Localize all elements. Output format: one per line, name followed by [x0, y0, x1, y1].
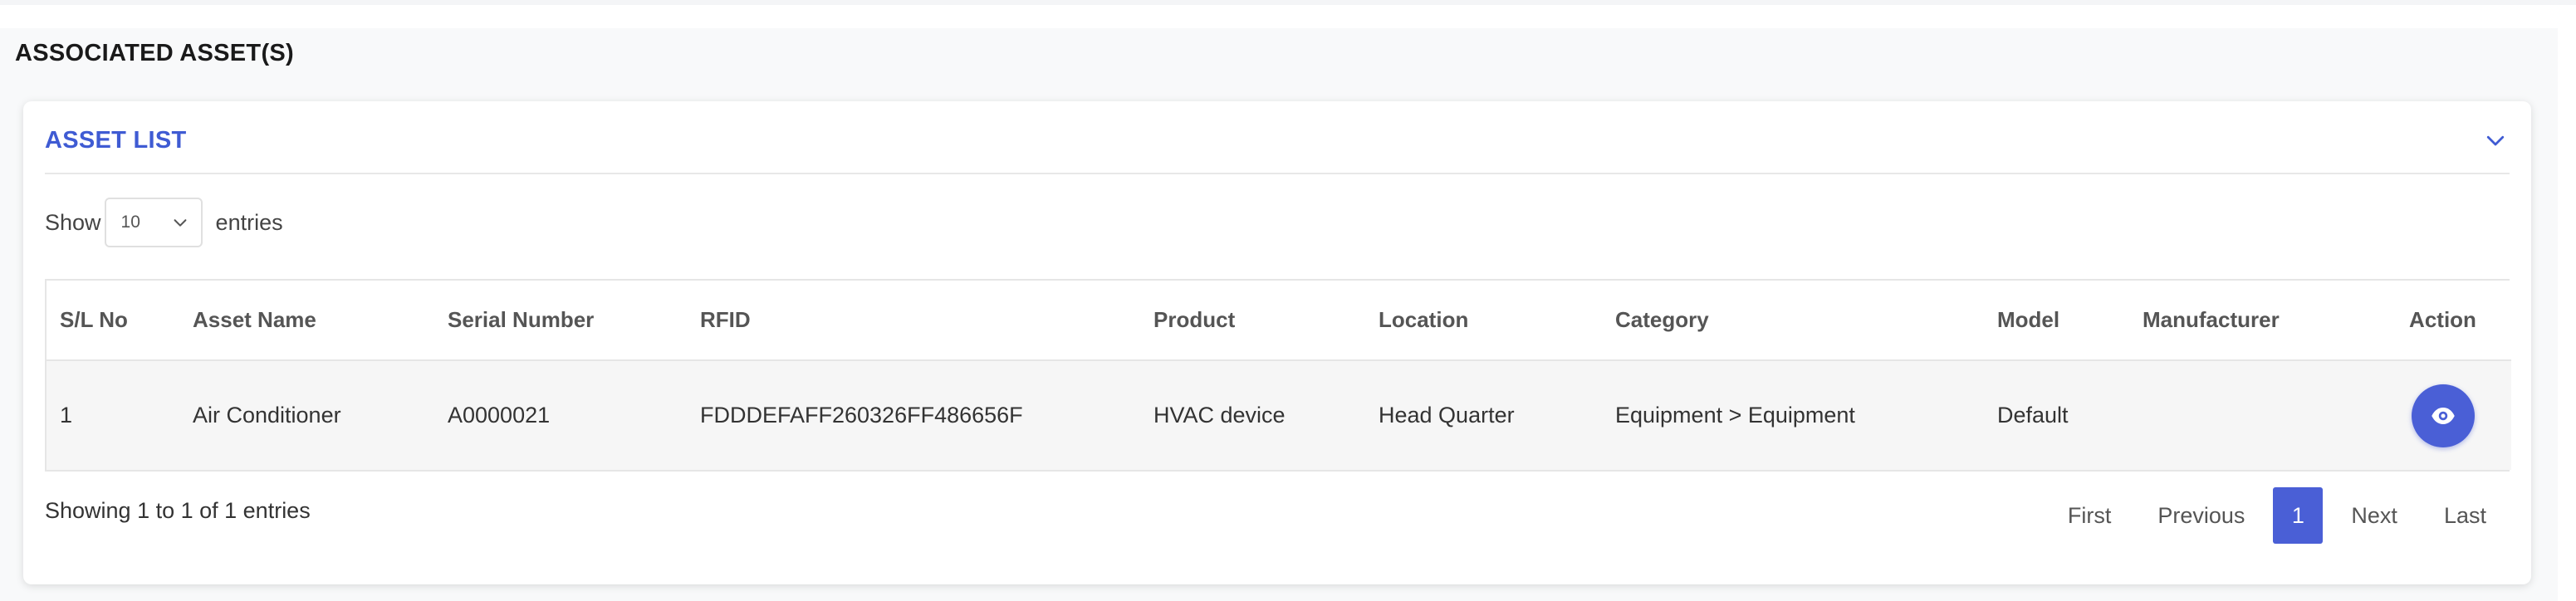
asset-list-card: ASSET LIST Show 10 entries S/L No Asset [23, 101, 2531, 584]
pagination-previous[interactable]: Previous [2134, 487, 2268, 544]
column-header-location[interactable]: Location [1365, 281, 1602, 361]
section-header: ASSOCIATED ASSET(S) [0, 28, 2558, 78]
column-header-model[interactable]: Model [1984, 281, 2129, 361]
cell-manufacturer [2129, 360, 2374, 470]
show-label: Show [45, 209, 101, 235]
cell-action [2374, 360, 2511, 470]
column-header-product[interactable]: Product [1140, 281, 1365, 361]
pagination-next[interactable]: Next [2328, 487, 2421, 544]
table-info: Showing 1 to 1 of 1 entries [45, 498, 311, 523]
view-button[interactable] [2411, 384, 2475, 447]
entries-select[interactable]: 10 [104, 198, 203, 247]
table-row: 1 Air Conditioner A0000021 FDDDEFAFF2603… [47, 360, 2511, 470]
pagination-first[interactable]: First [2045, 487, 2134, 544]
entries-select-value: 10 [120, 213, 140, 232]
pagination-last[interactable]: Last [2421, 487, 2510, 544]
cell-sl-no: 1 [60, 403, 73, 428]
cell-product: HVAC device [1153, 403, 1286, 428]
pagination: First Previous 1 Next Last [2045, 487, 2510, 544]
column-header-rfid[interactable]: RFID [687, 281, 1140, 361]
column-header-manufacturer[interactable]: Manufacturer [2129, 281, 2374, 361]
cell-location: Head Quarter [1379, 403, 1515, 428]
pagination-page-current[interactable]: 1 [2273, 487, 2324, 544]
asset-table: S/L No Asset Name Serial Number RFID Pro… [47, 281, 2511, 470]
entries-label: entries [215, 209, 283, 235]
chevron-down-icon [174, 219, 186, 227]
card-title: ASSET LIST [45, 126, 187, 154]
cell-category: Equipment > Equipment [1615, 403, 1855, 428]
card-header[interactable]: ASSET LIST [45, 101, 2510, 174]
chevron-down-icon[interactable] [2483, 128, 2508, 153]
column-header-category[interactable]: Category [1602, 281, 1984, 361]
column-header-action: Action [2374, 281, 2511, 361]
column-header-serial-number[interactable]: Serial Number [434, 281, 687, 361]
column-header-asset-name[interactable]: Asset Name [179, 281, 434, 361]
section-title: ASSOCIATED ASSET(S) [15, 39, 294, 66]
cell-serial-number: A0000021 [448, 403, 551, 428]
table-header-row: S/L No Asset Name Serial Number RFID Pro… [47, 281, 2511, 361]
cell-asset-name: Air Conditioner [193, 403, 341, 428]
cell-rfid: FDDDEFAFF260326FF486656F [700, 403, 1023, 428]
length-control: Show 10 entries [45, 198, 283, 247]
eye-icon [2431, 407, 2455, 424]
asset-table-wrapper: S/L No Asset Name Serial Number RFID Pro… [45, 279, 2511, 472]
top-strip [0, 0, 2576, 5]
column-header-sl-no[interactable]: S/L No [47, 281, 179, 361]
cell-model: Default [1997, 403, 2069, 428]
